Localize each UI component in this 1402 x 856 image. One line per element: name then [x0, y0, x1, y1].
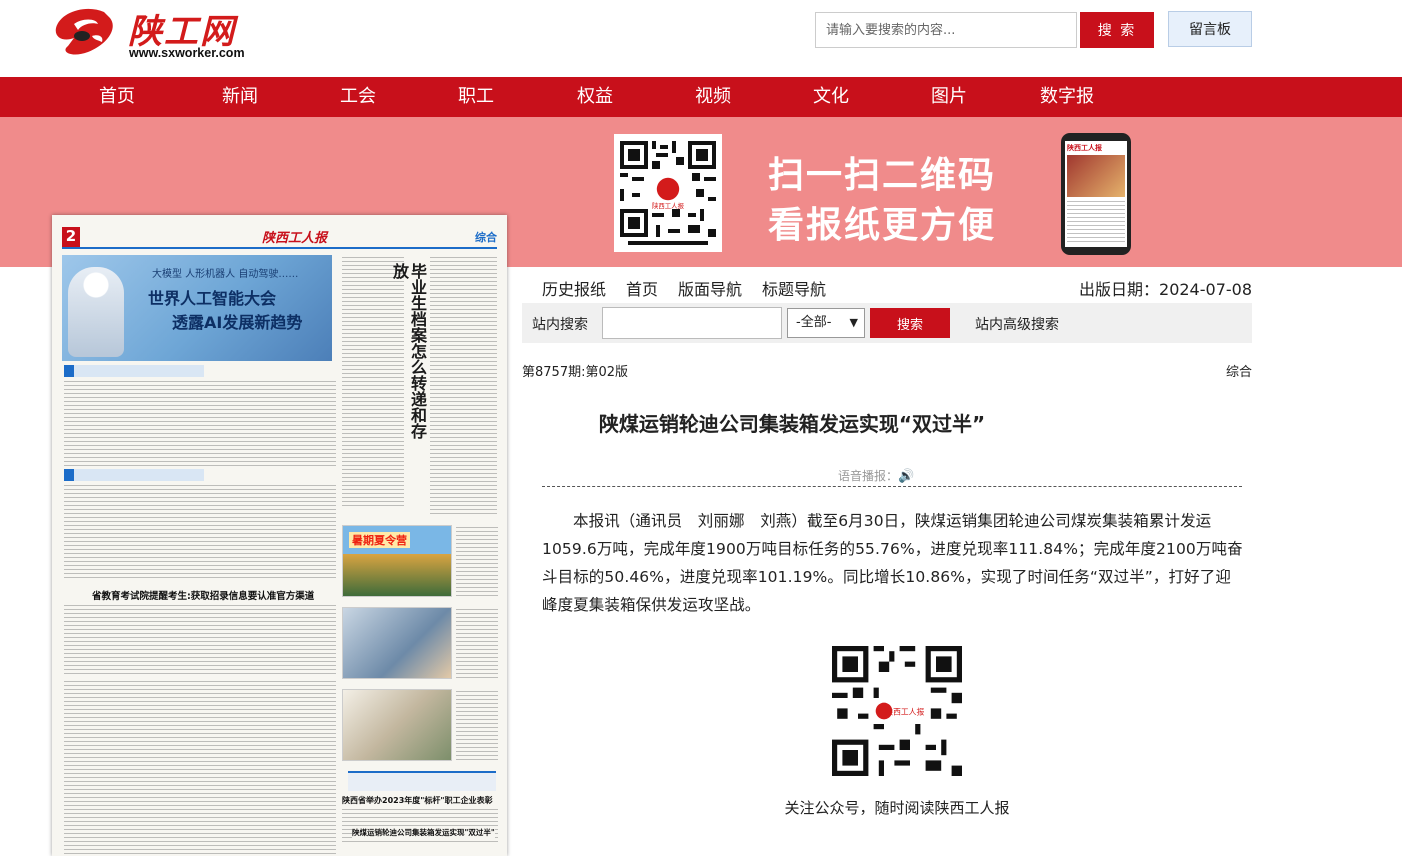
nav-item-rights[interactable]: 权益: [555, 77, 635, 117]
site-search-label: 站内搜索: [532, 317, 588, 333]
wechat-qr-code: 陕西工人报: [832, 646, 962, 776]
chevron-down-icon: ▼: [849, 316, 858, 329]
wechat-qr-caption: 关注公众号，随时阅读陕西工人报: [784, 799, 1010, 817]
voice-broadcast[interactable]: 语音播报：🔊: [838, 467, 914, 484]
site-search-input[interactable]: [602, 307, 782, 339]
paper-headline-3: 陕煤运销轮迪公司集装箱发运实现"双过半": [352, 827, 495, 838]
site-search-bar: 站内搜索 -全部- ▼ 搜索 站内高级搜索: [522, 303, 1252, 343]
hero-title-2: 透露AI发展新趋势: [172, 313, 303, 332]
robot-figure: [68, 267, 124, 357]
hero-subtitle: 大模型 人形机器人 自动驾驶……: [152, 269, 299, 280]
page-number: 2: [62, 227, 80, 247]
qr-code-icon: 陕西工人报: [832, 646, 962, 776]
paper-name: 陕西工人报: [262, 231, 328, 246]
nav-item-home[interactable]: 首页: [77, 77, 157, 117]
message-board-button[interactable]: 留言板: [1168, 11, 1252, 47]
site-search-button[interactable]: 搜索: [870, 308, 950, 338]
nav-item-workers[interactable]: 职工: [436, 77, 516, 117]
banner-line-1: 扫一扫二维码: [768, 155, 997, 196]
phone-masthead: 陕西工人报: [1067, 144, 1102, 152]
advanced-search-link[interactable]: 站内高级搜索: [975, 314, 1059, 334]
search-input[interactable]: [815, 12, 1077, 48]
site-header: 陕工网 www.sxworker.com 搜 索 留言板: [0, 0, 1402, 77]
site-search-scope-select[interactable]: -全部- ▼: [787, 308, 865, 338]
issue-info: 第8757期:第02版: [522, 365, 629, 380]
vertical-headline: 毕业生档案怎么转递和存放: [390, 263, 427, 439]
paper-headline-1: 省教育考试院提醒考生:获取招录信息要认准官方渠道: [92, 591, 315, 602]
photo-banner-text: 暑期夏令营: [349, 532, 410, 548]
article-divider: [542, 486, 1242, 487]
site-logo[interactable]: 陕工网 www.sxworker.com: [52, 4, 252, 62]
article-title: 陕煤运销轮迪公司集装箱发运实现“双过半”: [598, 412, 986, 436]
title-nav-link[interactable]: 标题导航: [762, 276, 826, 300]
nav-item-pictures[interactable]: 图片: [909, 77, 989, 117]
news-photo-3: [342, 689, 452, 761]
paper-column: 综合: [475, 231, 497, 244]
hero-image: 大模型 人形机器人 自动驾驶…… 世界人工智能大会 透露AI发展新趋势: [62, 255, 332, 361]
qr-caption: 陕西工人报: [652, 201, 685, 210]
qr-caption: 陕西工人报: [885, 707, 924, 717]
paper-header: 2 陕西工人报 综合: [62, 227, 497, 249]
section-name: 综合: [1225, 365, 1252, 380]
logo-url: www.sxworker.com: [129, 46, 245, 60]
search-button[interactable]: 搜 索: [1080, 12, 1154, 48]
paper-toolbar: 历史报纸 首页 版面导航 标题导航 出版日期：2024-07-08: [522, 270, 1252, 302]
phone-icon: 陕西工人报: [1061, 133, 1131, 255]
voice-label: 语音播报：: [838, 469, 899, 483]
publish-date-value: 2024-07-08: [1159, 280, 1252, 299]
publish-date-label: 出版日期：: [1079, 280, 1160, 299]
scope-select-value: -全部-: [796, 315, 832, 330]
home-link[interactable]: 首页: [626, 276, 658, 300]
newspaper-page-thumbnail[interactable]: 2 陕西工人报 综合 大模型 人形机器人 自动驾驶…… 世界人工智能大会 透露A…: [52, 215, 507, 856]
nav-item-culture[interactable]: 文化: [791, 77, 871, 117]
article-body: 本报讯（通讯员 刘丽娜 刘燕）截至6月30日，陕煤运销集团轮迪公司煤炭集装箱累计…: [542, 512, 1243, 614]
news-photo-1: 暑期夏令营: [342, 525, 452, 597]
paper-headline-2: 陕西省举办2023年度"标杆"职工企业表彰: [342, 796, 493, 805]
logo-swirl-icon: [55, 8, 113, 55]
banner-qr-code: 陕西工人报: [614, 134, 722, 252]
speaker-icon[interactable]: 🔊: [898, 469, 914, 484]
nav-item-digital-paper[interactable]: 数字报: [1027, 77, 1107, 117]
hero-title-1: 世界人工智能大会: [148, 289, 277, 308]
qr-code-icon: 陕西工人报: [620, 141, 716, 245]
publish-date: 出版日期：2024-07-08: [1079, 276, 1252, 300]
news-photo-2: [342, 607, 452, 679]
banner-line-2: 看报纸更方便: [768, 205, 997, 246]
page-nav-link[interactable]: 版面导航: [678, 276, 742, 300]
nav-item-news[interactable]: 新闻: [200, 77, 280, 117]
history-papers-link[interactable]: 历史报纸: [542, 276, 606, 300]
main-nav: 首页 新闻 工会 职工 权益 视频 文化 图片 数字报: [0, 77, 1402, 117]
nav-item-video[interactable]: 视频: [673, 77, 753, 117]
nav-item-union[interactable]: 工会: [318, 77, 398, 117]
